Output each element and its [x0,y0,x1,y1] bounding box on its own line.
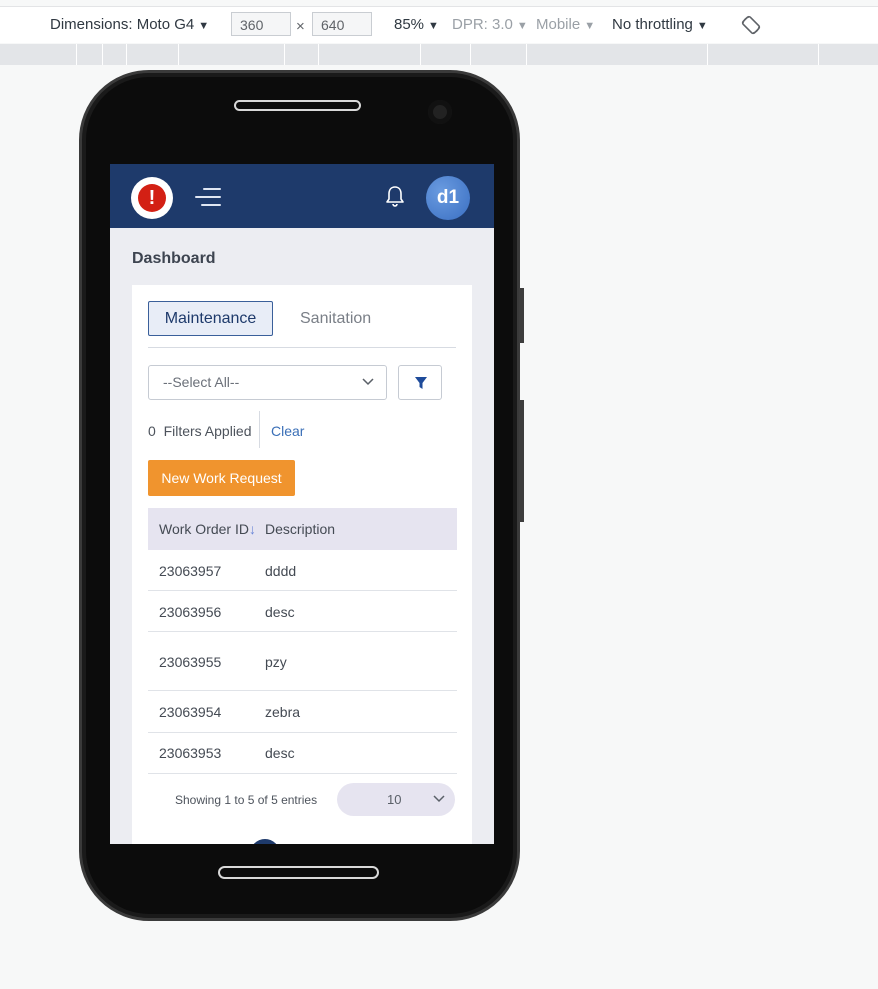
pagination-current-page[interactable] [250,839,280,844]
filters-applied-text: 0 Filters Applied [148,423,252,439]
table-row[interactable]: 23063955 pzy [148,632,457,691]
entries-info: Showing 1 to 5 of 5 entries [175,793,318,807]
chevron-down-icon [433,795,445,803]
tab-sanitation[interactable]: Sanitation [300,301,371,336]
device-select-label: Dimensions: Moto G4 [50,16,195,33]
hamburger-menu-icon[interactable] [195,188,223,208]
cell-description: zebra [265,704,301,720]
page-size-value: 10 [387,792,402,807]
page-title: Dashboard [132,250,216,267]
chevron-down-icon [362,378,374,386]
device-toolbar: Dimensions: Moto G4 ▼ 360 × 640 85% ▼ DPR:… [0,7,878,43]
table-row[interactable]: 23063957 dddd [148,550,457,591]
width-input[interactable]: 360 [231,12,291,36]
table-header: Work Order ID↓ Description [148,508,457,550]
cell-work-order-id: 23063956 [159,604,222,620]
filter-button[interactable] [398,365,442,400]
cell-work-order-id: 23063955 [159,654,222,670]
mode-select[interactable]: Mobile ▼ [536,16,595,33]
phone-home-bar [218,866,379,879]
filters-divider [259,411,260,448]
page-size-select[interactable]: 10 [337,783,455,816]
cell-description: desc [265,604,295,620]
dashboard-card: Maintenance Sanitation --Select All-- 0 … [132,285,472,844]
sort-arrow-icon: ↓ [248,521,256,537]
bell-icon[interactable] [385,185,405,209]
cell-description: desc [265,745,295,761]
zoom-label: 85% [394,16,425,33]
column-header-description[interactable]: Description [265,521,335,537]
column-header-label: Work Order ID [159,521,249,537]
phone-speaker [234,100,361,111]
app-screen: ! d1 Dashboard Maintenance Sanitation --… [110,164,494,844]
cell-work-order-id: 23063957 [159,563,222,579]
zoom-select[interactable]: 85% ▼ [394,16,439,33]
device-select[interactable]: Dimensions: Moto G4 ▼ [50,16,209,33]
caret-down-icon: ▼ [696,20,708,32]
caret-down-icon: ▼ [584,20,596,32]
dpr-label: DPR: 3.0 [452,16,513,33]
filter-select[interactable]: --Select All-- [148,365,387,400]
media-query-ruler [0,44,878,65]
clear-filters-link[interactable]: Clear [271,423,304,439]
column-header-work-order-id[interactable]: Work Order ID↓ [159,521,256,537]
logo-mark: ! [138,184,166,212]
table-row[interactable]: 23063954 zebra [148,691,457,733]
mode-label: Mobile [536,16,581,33]
caret-down-icon: ▼ [428,20,439,32]
tabs-divider [148,347,456,348]
rotate-icon[interactable] [741,15,761,35]
tab-maintenance[interactable]: Maintenance [148,301,273,336]
caret-down-icon: ▼ [516,20,528,32]
throttling-select[interactable]: No throttling ▼ [612,16,708,33]
height-input[interactable]: 640 [312,12,372,36]
funnel-icon [415,377,427,389]
dpr-select[interactable]: DPR: 3.0 ▼ [452,16,528,33]
cell-work-order-id: 23063954 [159,704,222,720]
filter-select-value: --Select All-- [163,374,240,390]
app-header: ! d1 [110,164,494,228]
cell-work-order-id: 23063953 [159,745,222,761]
new-work-request-button[interactable]: New Work Request [148,460,295,496]
alert-logo-icon[interactable]: ! [131,177,173,219]
caret-down-icon: ▼ [198,20,210,32]
cell-description: pzy [265,654,287,670]
table-row[interactable]: 23063953 desc [148,733,457,774]
phone-camera [428,100,452,124]
phone-side-button [519,288,524,343]
phone-side-button [519,400,524,522]
devtools-top-strip [0,0,878,7]
table-row[interactable]: 23063956 desc [148,591,457,632]
throttling-label: No throttling [612,16,693,33]
times-sign: × [296,18,305,35]
work-order-table: Work Order ID↓ Description 23063957 dddd… [148,508,457,774]
cell-description: dddd [265,563,297,579]
avatar[interactable]: d1 [426,176,470,220]
